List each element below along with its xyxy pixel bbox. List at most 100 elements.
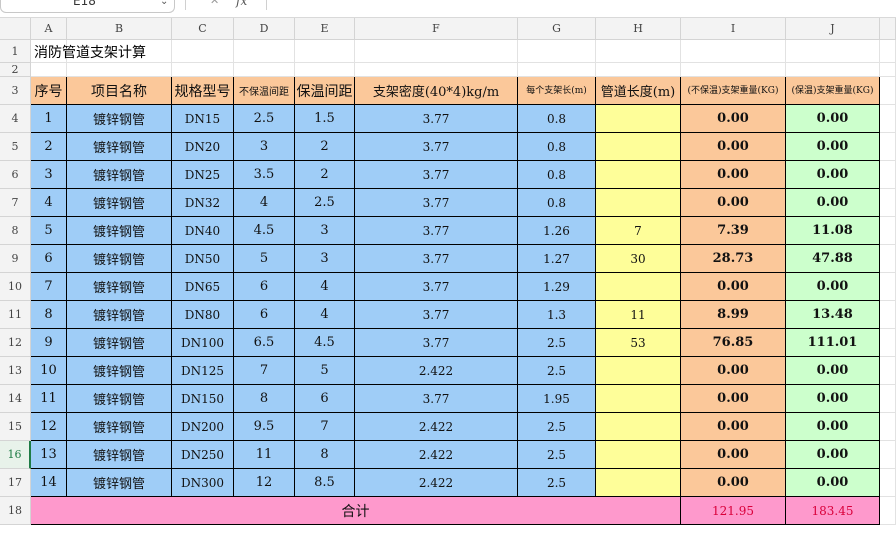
column-header-a[interactable]: A [31, 18, 67, 40]
empty-cell[interactable] [880, 245, 896, 273]
cell-density[interactable]: 3.77 [355, 245, 518, 273]
cell-spec[interactable]: DN40 [172, 217, 234, 245]
empty-cell[interactable] [596, 40, 681, 63]
cell-spacing-ins[interactable]: 2 [295, 161, 355, 189]
cell-seq[interactable]: 3 [31, 161, 67, 189]
row-header-4[interactable]: 4 [0, 105, 31, 133]
chevron-down-icon[interactable]: ⌄ [160, 0, 168, 7]
column-header-i[interactable]: I [681, 18, 786, 40]
cell-spacing-noins[interactable]: 3.5 [234, 161, 295, 189]
empty-cell[interactable] [880, 385, 896, 413]
cell-spacing-ins[interactable]: 1.5 [295, 105, 355, 133]
cell-support-length[interactable]: 2.5 [518, 413, 596, 441]
cell-pipe-length-input[interactable] [596, 105, 681, 133]
cell-pipe-length-input[interactable] [596, 133, 681, 161]
cell-spacing-ins[interactable]: 3 [295, 217, 355, 245]
cell-name[interactable]: 镀锌钢管 [67, 301, 172, 329]
cell-pipe-length-input[interactable] [596, 469, 681, 497]
column-header-f[interactable]: F [355, 18, 518, 40]
cell-weight-noins[interactable]: 28.73 [681, 245, 786, 273]
cell-spec[interactable]: DN15 [172, 105, 234, 133]
cell-support-length[interactable]: 2.5 [518, 329, 596, 357]
empty-cell[interactable] [880, 105, 896, 133]
cell-spacing-noins[interactable]: 5 [234, 245, 295, 273]
cell-weight-ins[interactable]: 0.00 [786, 161, 880, 189]
cell-spacing-noins[interactable]: 6.5 [234, 329, 295, 357]
cell-spacing-noins[interactable]: 6 [234, 301, 295, 329]
row-header-7[interactable]: 7 [0, 189, 31, 217]
cell-seq[interactable]: 8 [31, 301, 67, 329]
cell-weight-ins[interactable]: 0.00 [786, 133, 880, 161]
empty-cell[interactable] [880, 469, 896, 497]
cell-density[interactable]: 2.422 [355, 413, 518, 441]
cell-pipe-length-input[interactable] [596, 273, 681, 301]
cell-spec[interactable]: DN125 [172, 357, 234, 385]
cell-spacing-ins[interactable]: 5 [295, 357, 355, 385]
cell-pipe-length-input[interactable]: 11 [596, 301, 681, 329]
empty-cell[interactable] [518, 63, 596, 77]
fx-icon[interactable]: fx [236, 0, 247, 8]
empty-cell[interactable] [880, 301, 896, 329]
cell-weight-noins[interactable]: 0.00 [681, 385, 786, 413]
cell-name[interactable]: 镀锌钢管 [67, 273, 172, 301]
cell-density[interactable]: 3.77 [355, 385, 518, 413]
cell-weight-noins[interactable]: 76.85 [681, 329, 786, 357]
cell-spacing-noins[interactable]: 3 [234, 133, 295, 161]
cell-spec[interactable]: DN250 [172, 441, 234, 469]
cell-density[interactable]: 3.77 [355, 161, 518, 189]
cell-weight-ins[interactable]: 0.00 [786, 441, 880, 469]
cell-pipe-length-input[interactable] [596, 357, 681, 385]
cell-spacing-ins[interactable]: 4.5 [295, 329, 355, 357]
close-icon[interactable]: ✕ [210, 0, 219, 7]
empty-cell[interactable] [681, 63, 786, 77]
cell-spec[interactable]: DN100 [172, 329, 234, 357]
cell-spacing-noins[interactable]: 4.5 [234, 217, 295, 245]
column-header-h[interactable]: H [596, 18, 681, 40]
cell-spacing-noins[interactable]: 4 [234, 189, 295, 217]
header-spec[interactable]: 规格型号 [172, 77, 234, 105]
empty-cell[interactable] [172, 63, 234, 77]
empty-cell[interactable] [681, 40, 786, 63]
header-spacing-ins[interactable]: 保温间距 [295, 77, 355, 105]
cell-spacing-ins[interactable]: 7 [295, 413, 355, 441]
empty-cell[interactable] [880, 441, 896, 469]
row-header-2[interactable]: 2 [0, 63, 31, 77]
cell-support-length[interactable]: 1.27 [518, 245, 596, 273]
cell-support-length[interactable]: 0.8 [518, 133, 596, 161]
cell-seq[interactable]: 1 [31, 105, 67, 133]
header-seq[interactable]: 序号 [31, 77, 67, 105]
cell-weight-ins[interactable]: 13.48 [786, 301, 880, 329]
cell-spacing-noins[interactable]: 12 [234, 469, 295, 497]
cell-density[interactable]: 3.77 [355, 189, 518, 217]
cell-name[interactable]: 镀锌钢管 [67, 217, 172, 245]
cell-spacing-ins[interactable]: 2.5 [295, 189, 355, 217]
cell-name[interactable]: 镀锌钢管 [67, 245, 172, 273]
cell-support-length[interactable]: 0.8 [518, 105, 596, 133]
cell-spec[interactable]: DN80 [172, 301, 234, 329]
cell-weight-noins[interactable]: 0.00 [681, 189, 786, 217]
cell-pipe-length-input[interactable]: 53 [596, 329, 681, 357]
cell-weight-ins[interactable]: 0.00 [786, 385, 880, 413]
cell-spacing-ins[interactable]: 8 [295, 441, 355, 469]
empty-cell[interactable] [234, 63, 295, 77]
empty-cell[interactable] [880, 357, 896, 385]
header-support-length[interactable]: 每个支架长(m) [518, 77, 596, 105]
cell-name[interactable]: 镀锌钢管 [67, 161, 172, 189]
empty-cell[interactable] [596, 63, 681, 77]
row-header-10[interactable]: 10 [0, 273, 31, 301]
empty-cell[interactable] [355, 40, 518, 63]
cell-density[interactable]: 3.77 [355, 105, 518, 133]
row-header-6[interactable]: 6 [0, 161, 31, 189]
cell-spacing-ins[interactable]: 2 [295, 133, 355, 161]
cell-spacing-noins[interactable]: 7 [234, 357, 295, 385]
cell-seq[interactable]: 9 [31, 329, 67, 357]
cell-density[interactable]: 3.77 [355, 273, 518, 301]
cell-spec[interactable]: DN50 [172, 245, 234, 273]
cell-spacing-ins[interactable]: 4 [295, 301, 355, 329]
cell-density[interactable]: 2.422 [355, 441, 518, 469]
cell-weight-ins[interactable]: 0.00 [786, 273, 880, 301]
name-box[interactable]: E18 ⌄ [0, 0, 175, 13]
empty-cell[interactable] [786, 63, 880, 77]
cell-weight-ins[interactable]: 0.00 [786, 469, 880, 497]
column-header-b[interactable]: B [67, 18, 172, 40]
